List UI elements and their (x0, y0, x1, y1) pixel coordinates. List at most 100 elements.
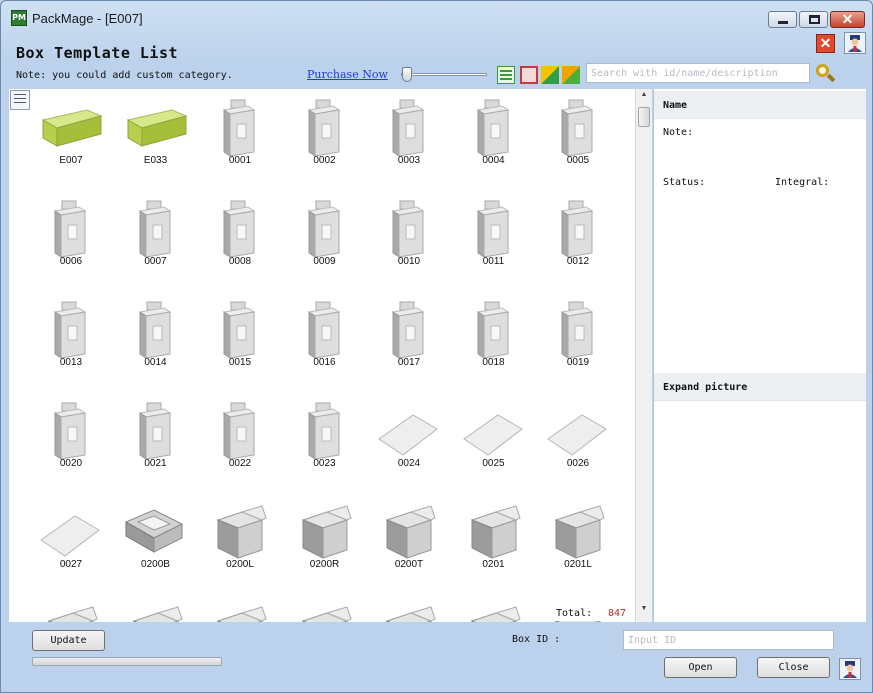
template-id-label: 0025 (482, 458, 505, 469)
template-tile[interactable]: 0006 (31, 193, 111, 291)
template-tile[interactable]: 0020 (31, 395, 111, 493)
exit-button[interactable]: ✕ (816, 34, 835, 53)
template-tile[interactable]: E033 (116, 92, 196, 190)
view-box-icon[interactable] (520, 66, 538, 84)
template-id-label: 0023 (313, 458, 336, 469)
template-tile[interactable] (200, 597, 280, 622)
user-account-button[interactable] (844, 32, 866, 54)
template-id-label: E007 (59, 155, 83, 166)
category-tree-toggle-icon[interactable] (10, 90, 30, 110)
template-id-label: 0200L (226, 559, 254, 570)
open-button[interactable]: Open (664, 657, 737, 678)
template-tile[interactable]: 0027 (31, 496, 111, 594)
template-tile[interactable]: 0200R (285, 496, 365, 594)
template-tile[interactable]: 0019 (538, 294, 618, 392)
user-help-button[interactable] (839, 658, 861, 680)
zoom-slider-track (401, 73, 487, 76)
template-tile[interactable]: 0003 (369, 92, 449, 190)
template-thumbnail (547, 414, 607, 456)
template-thumbnail (138, 301, 171, 359)
template-thumbnail (560, 301, 594, 359)
template-thumbnail (222, 301, 256, 359)
template-thumbnail (476, 99, 509, 157)
template-tile[interactable] (369, 597, 449, 622)
template-tile[interactable]: 0005 (538, 92, 618, 190)
update-progress-bar (32, 657, 222, 666)
app-window: PM PackMage - [E007] ✕ Box Template List… (0, 0, 873, 693)
template-thumbnail (126, 109, 188, 147)
template-tile[interactable]: 0016 (285, 294, 365, 392)
template-id-label: 0013 (59, 357, 83, 368)
template-thumbnail (462, 414, 523, 456)
template-tile[interactable]: 0011 (454, 193, 534, 291)
template-tile[interactable]: 0002 (285, 92, 365, 190)
template-tile[interactable]: E007 (31, 92, 111, 190)
grid-scrollbar[interactable]: ▲ ▼ (635, 89, 652, 622)
total-label: Total: (556, 608, 593, 619)
template-thumbnail (301, 606, 352, 622)
box-id-input[interactable] (623, 630, 834, 650)
template-tile[interactable]: 0017 (369, 294, 449, 392)
template-tile[interactable]: 0022 (200, 395, 280, 493)
template-tile[interactable]: 0024 (369, 395, 449, 493)
template-id-label: 0200R (309, 559, 340, 570)
template-tile[interactable]: 0010 (369, 193, 449, 291)
template-thumbnail (222, 402, 256, 460)
template-tile[interactable] (31, 597, 111, 622)
template-grid-panel[interactable]: E007 E033 0001 0002 0003 0004 0005 0006 0007 0008… (9, 89, 635, 622)
template-thumbnail (391, 99, 425, 157)
template-tile[interactable]: 0009 (285, 193, 365, 291)
zoom-slider-thumb[interactable] (402, 67, 412, 82)
template-tile[interactable] (285, 597, 365, 622)
template-tile[interactable]: 0200L (200, 496, 280, 594)
purchase-now-link[interactable]: Purchase Now (307, 68, 388, 81)
maximize-button[interactable] (799, 11, 828, 28)
template-id-label: 0201L (564, 559, 592, 570)
scroll-down-icon[interactable]: ▼ (636, 605, 652, 619)
template-tile[interactable] (116, 597, 196, 622)
template-thumbnail (560, 200, 594, 258)
template-tile[interactable]: 0008 (200, 193, 280, 291)
template-tile[interactable] (454, 597, 534, 622)
template-thumbnail (138, 402, 171, 460)
template-tile[interactable]: 0015 (200, 294, 280, 392)
template-tile[interactable]: 0001 (200, 92, 280, 190)
template-id-label: 0008 (228, 256, 252, 267)
view-3d-alt-icon[interactable] (562, 66, 580, 84)
zoom-slider[interactable] (401, 67, 489, 82)
template-id-label: 0003 (397, 155, 421, 166)
template-tile[interactable]: 0021 (116, 395, 196, 493)
close-button[interactable]: Close (757, 657, 830, 678)
view-3d-icon[interactable] (541, 66, 559, 84)
search-input[interactable] (586, 63, 810, 83)
minimize-button[interactable] (768, 11, 797, 28)
template-thumbnail (53, 200, 87, 258)
template-tile[interactable]: 0012 (538, 193, 618, 291)
template-tile[interactable]: 0018 (454, 294, 534, 392)
search-icon[interactable] (814, 62, 836, 84)
update-button[interactable]: Update (32, 630, 105, 651)
scrollbar-thumb[interactable] (638, 107, 650, 127)
template-thumbnail (391, 301, 425, 359)
template-tile[interactable]: 0025 (454, 395, 534, 493)
template-tile[interactable]: 0201 (454, 496, 534, 594)
note-label: Note: (663, 127, 694, 138)
template-tile[interactable]: 0007 (116, 193, 196, 291)
template-tile[interactable]: 0014 (116, 294, 196, 392)
template-tile[interactable]: 0200B (116, 496, 196, 594)
template-tile[interactable]: 0013 (31, 294, 111, 392)
template-tile[interactable]: 0201L (538, 496, 618, 594)
template-tile[interactable]: 0023 (285, 395, 365, 493)
view-list-icon[interactable] (497, 66, 515, 84)
scroll-up-icon[interactable]: ▲ (636, 91, 652, 105)
window-close-button[interactable]: ✕ (830, 11, 865, 28)
title-bar[interactable]: PM PackMage - [E007] ✕ (1, 1, 872, 35)
template-id-label: 0026 (566, 458, 590, 469)
template-id-label: 0201 (482, 559, 505, 570)
template-tile[interactable]: 0004 (454, 92, 534, 190)
window-title: PackMage - [E007] (32, 11, 143, 26)
template-id-label: 0010 (397, 256, 421, 267)
template-thumbnail (307, 99, 340, 157)
template-tile[interactable]: 0026 (538, 395, 618, 493)
template-tile[interactable]: 0200T (369, 496, 449, 594)
